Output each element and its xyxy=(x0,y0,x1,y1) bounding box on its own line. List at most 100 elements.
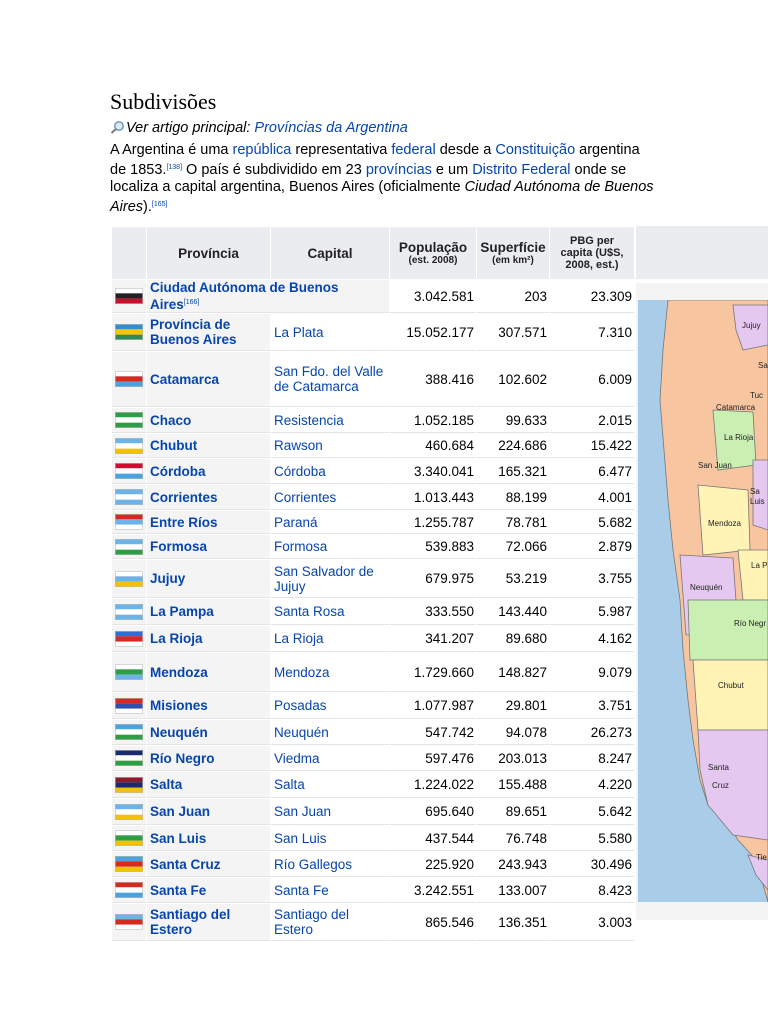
province-link[interactable]: Neuquén xyxy=(150,725,208,740)
province-link[interactable]: Santa Cruz xyxy=(150,857,221,872)
capital-cell: Mendoza xyxy=(271,653,389,692)
table-row: Entre Ríos Paraná 1.255.787 78.781 5.682 xyxy=(112,511,634,534)
province-link[interactable]: Río Negro xyxy=(150,751,215,766)
link-federal[interactable]: federal xyxy=(391,142,435,158)
population-cell: 539.883 xyxy=(390,535,476,559)
capital-link[interactable]: San Luis xyxy=(274,831,327,846)
main-article-link[interactable]: Províncias da Argentina xyxy=(254,120,407,136)
capital-link[interactable]: San Salvador de Jujuy xyxy=(274,564,374,594)
table-row: Santa Cruz Río Gallegos 225.920 243.943 30.4… xyxy=(112,852,634,877)
link-distrito-federal[interactable]: Distrito Federal xyxy=(472,162,570,178)
capital-link[interactable]: Córdoba xyxy=(274,464,326,479)
area-cell: 136.351 xyxy=(477,904,549,941)
table-row: Catamarca San Fdo. del Valle de Catamarca… xyxy=(112,352,634,407)
map-region xyxy=(737,549,768,601)
province-link[interactable]: Córdoba xyxy=(150,464,206,479)
province-link[interactable]: Jujuy xyxy=(150,571,185,586)
capital-cell: Corrientes xyxy=(271,485,389,510)
capital-link[interactable]: Corrientes xyxy=(274,490,336,505)
capital-link[interactable]: San Juan xyxy=(274,804,331,819)
flag-cell xyxy=(112,352,146,407)
capital-link[interactable]: La Plata xyxy=(274,325,324,340)
province-link[interactable]: Catamarca xyxy=(150,372,219,387)
gdp-cell: 3.003 xyxy=(550,904,634,941)
province-cell: Província de Buenos Aires xyxy=(147,314,270,351)
province-link[interactable]: La Rioja xyxy=(150,631,203,646)
map-label: Sa xyxy=(750,487,760,496)
area-cell: 165.321 xyxy=(477,459,549,484)
capital-link[interactable]: Neuquén xyxy=(274,725,329,740)
population-cell: 1.729.660 xyxy=(390,653,476,692)
table-row: Jujuy San Salvador de Jujuy 679.975 53.219 3… xyxy=(112,560,634,598)
province-link[interactable]: Santiago del Estero xyxy=(150,907,230,937)
capital-link[interactable]: Posadas xyxy=(274,698,327,713)
header-flag xyxy=(112,227,146,279)
capital-link[interactable]: Salta xyxy=(274,777,305,792)
capital-link[interactable]: Santiago del Estero xyxy=(274,907,349,937)
link-provincias[interactable]: províncias xyxy=(366,162,432,178)
province-cell: Salta xyxy=(147,772,270,798)
capital-link[interactable]: Rawson xyxy=(274,438,323,453)
province-link[interactable]: Corrientes xyxy=(150,490,218,505)
capital-link[interactable]: Santa Rosa xyxy=(274,604,345,619)
header-capital: Capital xyxy=(271,227,389,279)
capital-link[interactable]: Paraná xyxy=(274,515,318,530)
province-link[interactable]: Formosa xyxy=(150,539,207,554)
province-link[interactable]: Ciudad Autónoma de Buenos Aires xyxy=(150,280,339,312)
province-link[interactable]: Salta xyxy=(150,777,182,792)
flag-cell xyxy=(112,904,146,941)
area-cell: 72.066 xyxy=(477,535,549,559)
capital-link[interactable]: Viedma xyxy=(274,751,320,766)
map-label: Neuquén xyxy=(690,583,722,592)
province-link[interactable]: Chaco xyxy=(150,413,191,428)
gdp-cell: 26.273 xyxy=(550,720,634,745)
capital-link[interactable]: Santa Fe xyxy=(274,883,329,898)
capital-link[interactable]: Río Gallegos xyxy=(274,857,352,872)
reference-link[interactable]: [165] xyxy=(152,201,168,208)
header-pbg: PBG per capita (U$S, 2008, est.) xyxy=(550,227,634,279)
capital-cell: Paraná xyxy=(271,511,389,534)
flag-cell xyxy=(112,511,146,534)
capital-link[interactable]: Resistencia xyxy=(274,413,344,428)
area-cell: 99.633 xyxy=(477,408,549,433)
intro-text: A Argentina é uma xyxy=(110,142,233,158)
capital-link[interactable]: Mendoza xyxy=(274,665,330,680)
intro-text: desde a xyxy=(435,142,496,158)
province-cell: San Luis xyxy=(147,826,270,851)
header-superficie-label: Superfície xyxy=(480,240,546,255)
province-link[interactable]: La Pampa xyxy=(150,604,214,619)
capital-link[interactable]: Formosa xyxy=(274,539,327,554)
link-constituicao[interactable]: Constituição xyxy=(495,142,575,158)
gdp-cell: 4.001 xyxy=(550,485,634,510)
province-flag-icon xyxy=(115,371,143,387)
province-link[interactable]: Santa Fe xyxy=(150,883,206,898)
reference-link[interactable]: [138] xyxy=(166,164,182,171)
province-link[interactable]: Província de Buenos Aires xyxy=(150,317,237,347)
province-link[interactable]: San Juan xyxy=(150,804,210,819)
flag-cell xyxy=(112,852,146,877)
flag-cell xyxy=(112,772,146,798)
population-cell: 1.052.185 xyxy=(390,408,476,433)
population-cell: 597.476 xyxy=(390,746,476,771)
province-link[interactable]: San Luis xyxy=(150,831,206,846)
province-link[interactable]: Entre Ríos xyxy=(150,515,218,530)
area-cell: 155.488 xyxy=(477,772,549,798)
capital-link[interactable]: La Rioja xyxy=(274,631,324,646)
area-cell: 243.943 xyxy=(477,852,549,877)
population-cell: 437.544 xyxy=(390,826,476,851)
province-link[interactable]: Chubut xyxy=(150,438,197,453)
capital-cell: Salta xyxy=(271,772,389,798)
main-article-note: Ver artigo principal: Províncias da Arge… xyxy=(110,118,408,138)
capital-link[interactable]: San Fdo. del Valle de Catamarca xyxy=(274,364,383,394)
province-link[interactable]: Misiones xyxy=(150,698,208,713)
gdp-cell: 9.079 xyxy=(550,653,634,692)
table-row: Salta Salta 1.224.022 155.488 4.220 xyxy=(112,772,634,798)
table-row: Mendoza Mendoza 1.729.660 148.827 9.079 xyxy=(112,653,634,692)
flag-cell xyxy=(112,485,146,510)
link-republica[interactable]: república xyxy=(233,142,292,158)
province-cell: Córdoba xyxy=(147,459,270,484)
reference-link[interactable]: [166] xyxy=(184,299,200,306)
province-link[interactable]: Mendoza xyxy=(150,665,208,680)
capital-cell: San Fdo. del Valle de Catamarca xyxy=(271,352,389,407)
argentina-map[interactable]: JujuySaTucCatamarcaLa RiojaSan JuanSaLui… xyxy=(638,300,768,902)
